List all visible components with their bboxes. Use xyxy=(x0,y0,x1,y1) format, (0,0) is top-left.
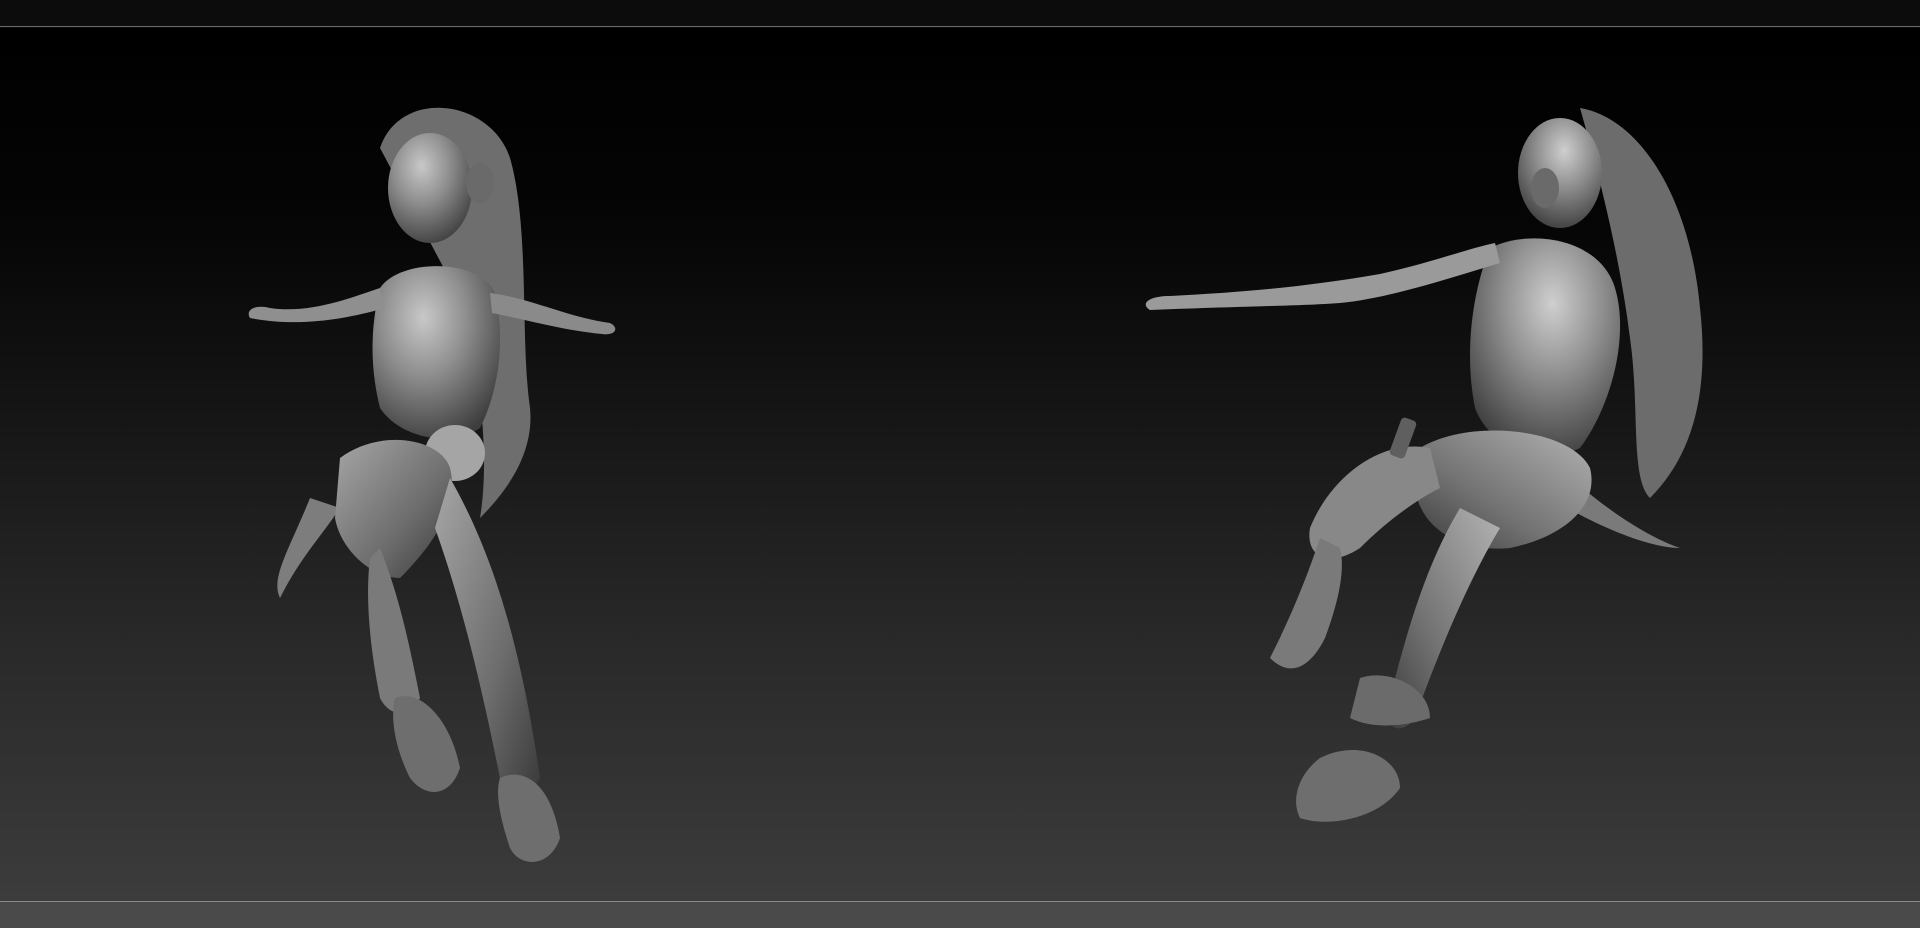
shoe xyxy=(1296,749,1400,822)
top-frame-bar xyxy=(0,0,1920,27)
sculpt-application xyxy=(0,0,1920,928)
arm-left xyxy=(248,288,385,323)
back-view-model[interactable] xyxy=(1130,78,1780,901)
hip xyxy=(1415,430,1592,549)
head xyxy=(388,133,472,243)
torso xyxy=(372,266,500,439)
shoe-right xyxy=(498,774,560,862)
viewport-canvas[interactable] xyxy=(0,28,1920,901)
bottom-frame-bar xyxy=(0,901,1920,928)
leg-front xyxy=(1270,538,1342,669)
headphone xyxy=(1531,168,1559,208)
headphone xyxy=(466,163,494,203)
head xyxy=(1518,118,1602,228)
shoe-left xyxy=(393,696,460,792)
front-view-model[interactable] xyxy=(230,78,710,901)
back-torso xyxy=(1470,238,1621,456)
thigh xyxy=(335,439,452,578)
arm xyxy=(1145,243,1500,310)
hair-strand xyxy=(277,498,340,598)
